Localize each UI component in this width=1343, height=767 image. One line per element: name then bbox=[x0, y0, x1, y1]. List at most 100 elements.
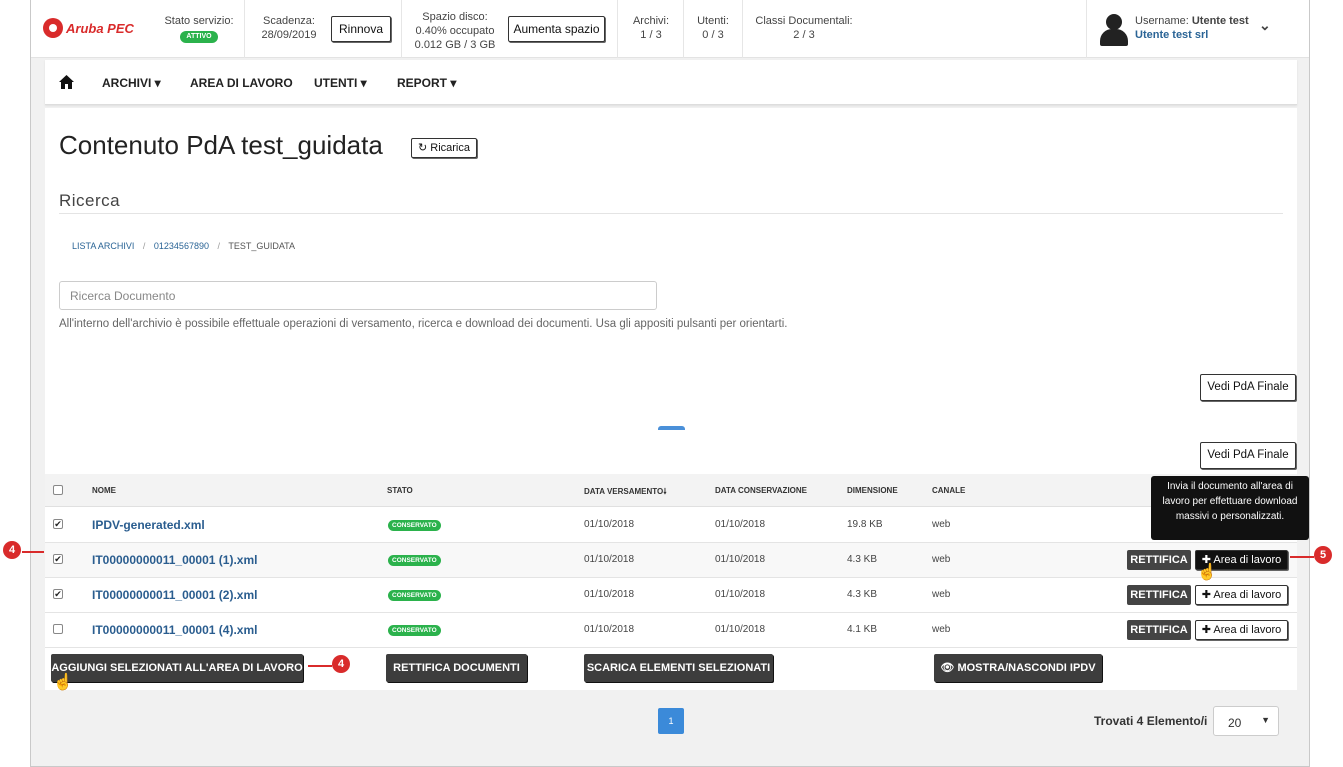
rettifica-documenti-button[interactable]: RETTIFICA DOCUMENTI bbox=[386, 654, 527, 682]
col-data-conservazione[interactable]: DATA CONSERVAZIONE bbox=[715, 486, 807, 495]
search-input[interactable] bbox=[59, 281, 657, 310]
aumenta-spazio-button[interactable]: Aumenta spazio bbox=[508, 16, 605, 42]
area-di-lavoro-tooltip: Invia il documento all'area di lavoro pe… bbox=[1151, 476, 1309, 540]
data-versamento: 01/10/2018 bbox=[584, 624, 635, 635]
file-name-link[interactable]: IT00000000011_00001 (2).xml bbox=[92, 588, 257, 602]
status-badge: CONSERVATO bbox=[388, 555, 441, 566]
section-title: Ricerca bbox=[59, 191, 121, 210]
nav-archivi[interactable]: ARCHIVI ▾ bbox=[102, 76, 161, 90]
users-count: Utenti: 0 / 3 bbox=[689, 0, 737, 58]
canale: web bbox=[932, 519, 951, 530]
page-size-value: 20 bbox=[1228, 716, 1242, 730]
rettifica-button[interactable]: RETTIFICA bbox=[1127, 550, 1191, 570]
username-label: Username: bbox=[1135, 15, 1189, 27]
table-row[interactable]: ✔ IT00000000011_00001 (2).xml CONSERVATO… bbox=[45, 578, 1297, 613]
main-content: Contenuto PdA test_guidata ↻ Ricarica Ri… bbox=[45, 108, 1309, 690]
data-conservazione: 01/10/2018 bbox=[715, 554, 766, 565]
nav-utenti[interactable]: UTENTI ▾ bbox=[314, 76, 367, 90]
username-block[interactable]: Username: Utente test Utente test srl bbox=[1135, 15, 1249, 41]
vedi-pda-finale-button[interactable]: Vedi PdA Finale bbox=[1200, 374, 1296, 401]
table-row[interactable]: ✔ IT00000000011_00001 (1).xml CONSERVATO… bbox=[45, 543, 1297, 578]
disk-space-info: Spazio disco: 0.40% occupato 0.012 GB / … bbox=[409, 0, 501, 58]
service-status-label: Stato servizio: bbox=[164, 15, 234, 27]
aruba-pec-logo[interactable]: Aruba PEC bbox=[43, 18, 134, 38]
col-stato[interactable]: STATO bbox=[387, 486, 413, 495]
status-badge: CONSERVATO bbox=[388, 590, 441, 601]
table-row[interactable]: IT00000000011_00001 (4).xml CONSERVATO 0… bbox=[45, 613, 1297, 648]
ricarica-button[interactable]: ↻ Ricarica bbox=[411, 138, 477, 158]
archives-value: 1 / 3 bbox=[640, 29, 662, 41]
file-name-link[interactable]: IT00000000011_00001 (1).xml bbox=[92, 553, 257, 567]
page-size-select[interactable]: 20 ▼ bbox=[1213, 706, 1279, 736]
canale: web bbox=[932, 624, 951, 635]
expiry-date: 28/09/2019 bbox=[261, 29, 317, 41]
results-count: Trovati 4 Elemento/i bbox=[1094, 714, 1208, 728]
col-data-versamento[interactable]: DATA VERSAMENTO🠗 bbox=[584, 486, 667, 500]
user-avatar[interactable] bbox=[1099, 14, 1129, 46]
disk-space-percent: 0.40% occupato bbox=[415, 25, 495, 37]
service-status: Stato servizio: ATTIVO bbox=[159, 0, 239, 58]
data-conservazione: 01/10/2018 bbox=[715, 624, 766, 635]
dimensione: 19.8 KB bbox=[847, 519, 883, 530]
col-dimensione[interactable]: DIMENSIONE bbox=[847, 486, 898, 495]
chevron-down-icon[interactable]: ⌄ bbox=[1259, 17, 1271, 34]
col-canale[interactable]: CANALE bbox=[932, 486, 965, 495]
dimensione: 4.1 KB bbox=[847, 624, 878, 635]
nav-report[interactable]: REPORT ▾ bbox=[397, 76, 456, 90]
callout-5-area: 5 bbox=[1314, 546, 1332, 564]
hand-cursor-icon: ☝ bbox=[1197, 564, 1217, 581]
canale: web bbox=[932, 589, 951, 600]
logo-text: Aruba PEC bbox=[66, 20, 134, 36]
disk-space-label: Spazio disco: bbox=[422, 11, 488, 23]
avatar-body-icon bbox=[1100, 29, 1128, 46]
file-name-link[interactable]: IPDV-generated.xml bbox=[92, 518, 205, 532]
aggiungi-selezionati-button[interactable]: AGGIUNGI SELEZIONATI ALL'AREA DI LAVORO bbox=[51, 654, 303, 682]
page-title: Contenuto PdA test_guidata bbox=[59, 130, 383, 160]
status-badge: CONSERVATO bbox=[388, 625, 441, 636]
mostra-nascondi-label: MOSTRA/NASCONDI IPDV bbox=[957, 662, 1096, 674]
canale: web bbox=[932, 554, 951, 565]
row-checkbox[interactable]: ✔ bbox=[53, 519, 63, 529]
file-name-link[interactable]: IT00000000011_00001 (4).xml bbox=[92, 623, 257, 637]
select-all-checkbox[interactable] bbox=[53, 485, 63, 495]
refresh-icon: ↻ bbox=[417, 142, 428, 154]
archives-count: Archivi: 1 / 3 bbox=[623, 0, 679, 58]
expiry-label: Scadenza: bbox=[263, 15, 315, 27]
area-di-lavoro-button[interactable]: ✚ Area di lavoro bbox=[1195, 620, 1288, 640]
expiry-info: Scadenza: 28/09/2019 bbox=[251, 0, 327, 58]
breadcrumb-current: TEST_GUIDATA bbox=[228, 241, 296, 251]
mostra-nascondi-ipdv-button[interactable]: 👁 MOSTRA/NASCONDI IPDV bbox=[934, 654, 1102, 682]
helper-text: All'interno dell'archivio è possibile ef… bbox=[59, 318, 788, 330]
home-icon[interactable] bbox=[59, 75, 74, 89]
top-bar: Aruba PEC Stato servizio: ATTIVO Scadenz… bbox=[31, 0, 1309, 58]
row-checkbox[interactable]: ✔ bbox=[53, 589, 63, 599]
data-versamento: 01/10/2018 bbox=[584, 554, 635, 565]
row-checkbox[interactable] bbox=[53, 624, 63, 634]
sort-desc-icon: 🠗 bbox=[663, 487, 667, 496]
eye-icon: 👁 bbox=[940, 662, 955, 674]
rinnova-button[interactable]: Rinnova bbox=[331, 16, 391, 42]
callout-arrow bbox=[1290, 556, 1314, 558]
nav-area-di-lavoro[interactable]: AREA DI LAVORO bbox=[190, 76, 293, 90]
table-row[interactable]: ✔ IPDV-generated.xml CONSERVATO 01/10/20… bbox=[45, 508, 1297, 543]
rettifica-button[interactable]: RETTIFICA bbox=[1127, 585, 1191, 605]
breadcrumb-lista-archivi[interactable]: LISTA ARCHIVI bbox=[72, 241, 134, 251]
username-value: Utente test bbox=[1191, 15, 1249, 27]
col-nome[interactable]: NOME bbox=[92, 486, 116, 495]
breadcrumb-archive-id[interactable]: 01234567890 bbox=[154, 241, 209, 251]
rettifica-button[interactable]: RETTIFICA bbox=[1127, 620, 1191, 640]
users-value: 0 / 3 bbox=[702, 29, 724, 41]
scarica-elementi-button[interactable]: SCARICA ELEMENTI SELEZIONATI bbox=[584, 654, 773, 682]
vedi-pda-finale-button-2[interactable]: Vedi PdA Finale bbox=[1200, 442, 1296, 469]
caret-down-icon: ▼ bbox=[1261, 715, 1270, 725]
main-navbar: ARCHIVI ▾ AREA DI LAVORO UTENTI ▾ REPORT… bbox=[45, 60, 1297, 105]
row-checkbox[interactable]: ✔ bbox=[53, 554, 63, 564]
pagination-page-1[interactable]: 1 bbox=[658, 708, 684, 734]
archives-label: Archivi: bbox=[632, 15, 670, 27]
company-name: Utente test srl bbox=[1135, 29, 1209, 41]
area-di-lavoro-button[interactable]: ✚ Area di lavoro bbox=[1195, 585, 1288, 605]
ricarica-label: Ricarica bbox=[430, 142, 470, 154]
status-badge: CONSERVATO bbox=[388, 520, 441, 531]
avatar-head-icon bbox=[1106, 14, 1122, 30]
document-classes-label: Classi Documentali: bbox=[755, 15, 853, 27]
